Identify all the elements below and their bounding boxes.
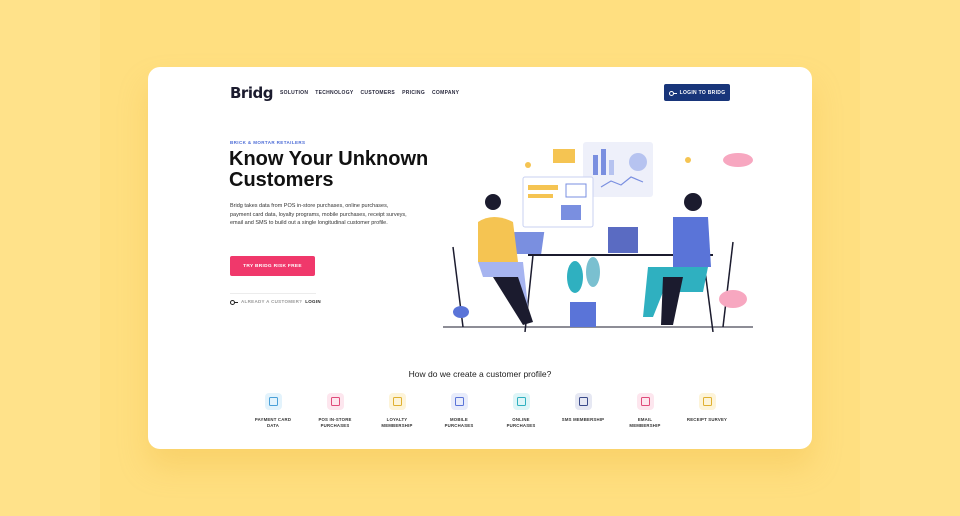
feature-label: MOBILE PURCHASES <box>444 417 474 428</box>
loyalty-icon <box>388 393 406 410</box>
hero-headline: Know Your Unknown Customers <box>229 148 429 191</box>
nav-link-solution[interactable]: SOLUTION <box>280 90 308 96</box>
feature-online: ONLINE PURCHASES <box>490 393 552 428</box>
feature-receipt: RECEIPT SURVEY <box>676 393 738 428</box>
nav-links: SOLUTION TECHNOLOGY CUSTOMERS PRICING CO… <box>280 90 459 96</box>
card-icon <box>264 393 282 410</box>
login-link[interactable]: LOGIN <box>305 299 321 304</box>
envelope-icon <box>565 183 587 198</box>
hero-eyebrow: BRICK & MORTAR RETAILERS <box>230 140 306 145</box>
try-risk-free-button[interactable]: TRY BRIDG RISK FREE <box>230 256 315 276</box>
man-head <box>684 193 702 211</box>
hero-illustration <box>443 142 753 332</box>
feature-label: ONLINE PURCHASES <box>506 417 536 428</box>
login-button-label: LOGIN TO BRIDG <box>679 89 726 96</box>
nav-link-technology[interactable]: TECHNOLOGY <box>315 90 353 96</box>
hero-description: Bridg takes data from POS in-store purch… <box>230 203 407 226</box>
nav-link-company[interactable]: COMPANY <box>432 90 459 96</box>
sms-icon <box>574 393 592 410</box>
feature-pos: POS IN-STORE PURCHASES <box>304 393 366 428</box>
feature-label: SMS MEMBERSHIP <box>561 417 605 422</box>
feature-label: RECEIPT SURVEY <box>686 417 728 422</box>
feature-loyalty: LOYALTY MEMBERSHIP <box>366 393 428 428</box>
receipt-icon <box>698 393 716 410</box>
feature-label: PAYMENT CARD DATA <box>254 417 292 428</box>
website-card: Bridg SOLUTION TECHNOLOGY CUSTOMERS PRIC… <box>148 67 812 449</box>
feature-mobile: MOBILE PURCHASES <box>428 393 490 428</box>
mobile-icon <box>450 393 468 410</box>
online-icon <box>512 393 530 410</box>
profile-section-title: How do we create a customer profile? <box>408 369 552 379</box>
nav-link-pricing[interactable]: PRICING <box>402 90 425 96</box>
login-to-bridg-button[interactable]: LOGIN TO BRIDG <box>664 84 730 101</box>
feature-label: EMAIL MEMBERSHIP <box>629 417 661 428</box>
bridg-logo[interactable]: Bridg <box>230 84 273 102</box>
cursor-card <box>561 205 581 220</box>
feature-sms: SMS MEMBERSHIP <box>552 393 614 428</box>
hero-divider <box>230 293 316 294</box>
feature-list: PAYMENT CARD DATA POS IN-STORE PURCHASES… <box>242 393 738 428</box>
nav-link-customers[interactable]: CUSTOMERS <box>361 90 396 96</box>
feature-email: EMAIL MEMBERSHIP <box>614 393 676 428</box>
key-icon <box>668 90 677 96</box>
feature-label: LOYALTY MEMBERSHIP <box>381 417 413 428</box>
plant-pot <box>570 302 596 327</box>
email-icon <box>636 393 654 410</box>
feature-label: POS IN-STORE PURCHASES <box>318 417 352 428</box>
top-nav: Bridg SOLUTION TECHNOLOGY CUSTOMERS PRIC… <box>230 84 730 104</box>
already-customer-row: ALREADY A CUSTOMER? LOGIN <box>230 299 321 305</box>
already-customer-text: ALREADY A CUSTOMER? <box>241 299 303 304</box>
woman-head <box>485 194 501 210</box>
key-icon <box>230 299 238 305</box>
mail-card-icon <box>553 149 575 163</box>
feature-payment-card: PAYMENT CARD DATA <box>242 393 304 428</box>
pos-icon <box>326 393 344 410</box>
